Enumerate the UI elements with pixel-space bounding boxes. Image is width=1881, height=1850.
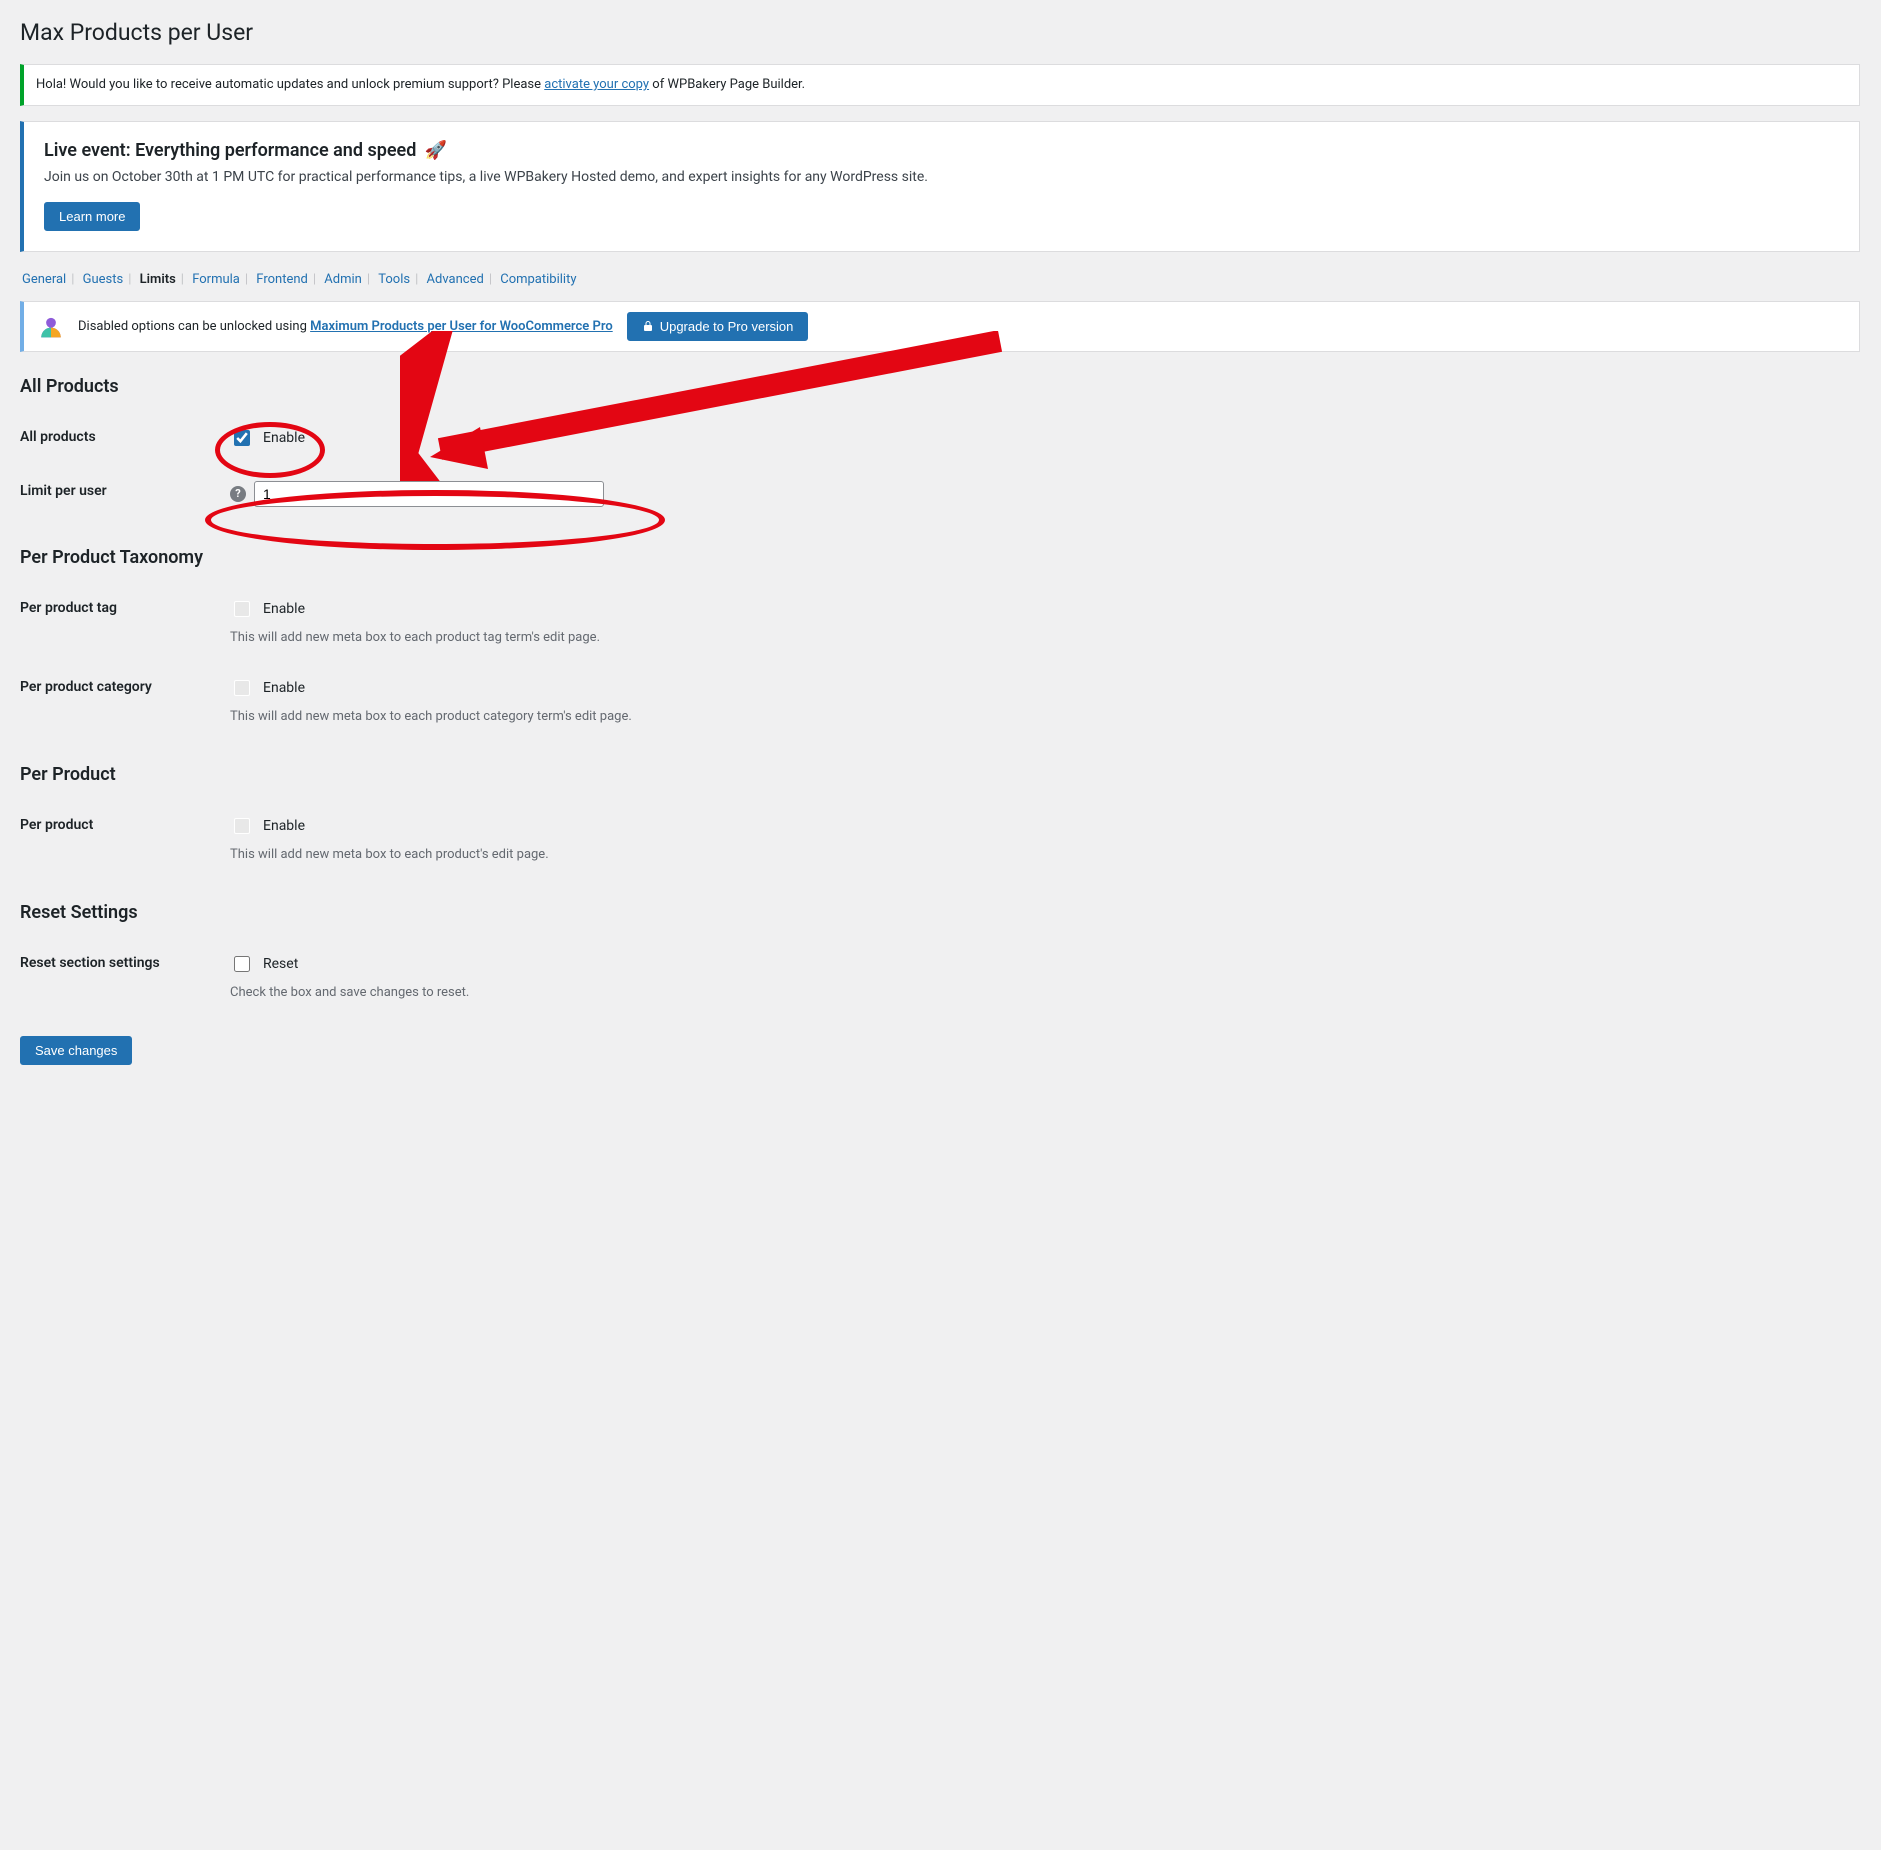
page-title: Max Products per User	[20, 10, 1860, 50]
event-card: Live event: Everything performance and s…	[20, 121, 1860, 252]
limit-per-user-input[interactable]	[254, 481, 604, 507]
enable-per-category-text: Enable	[263, 680, 305, 696]
tab-tools[interactable]: Tools	[376, 272, 412, 287]
tab-advanced[interactable]: Advanced	[425, 272, 486, 287]
enable-per-product-text: Enable	[263, 818, 305, 834]
enable-per-tag-checkbox[interactable]	[234, 601, 250, 617]
activation-notice: Hola! Would you like to receive automati…	[20, 64, 1860, 106]
lock-icon	[642, 320, 654, 332]
upgrade-pro-button[interactable]: Upgrade to Pro version	[627, 312, 809, 341]
enable-all-products-text: Enable	[263, 430, 305, 446]
enable-all-products-label[interactable]: Enable	[230, 427, 1860, 449]
upgrade-pro-button-label: Upgrade to Pro version	[660, 319, 794, 334]
enable-per-product-checkbox[interactable]	[234, 818, 250, 834]
section-per-product-heading: Per Product	[20, 764, 1860, 785]
row-per-product-tag: Per product tag Enable This will add new…	[20, 582, 1860, 661]
event-body: Join us on October 30th at 1 PM UTC for …	[44, 167, 1839, 188]
label-all-products: All products	[20, 427, 230, 445]
section-reset-heading: Reset Settings	[20, 902, 1860, 923]
tab-admin[interactable]: Admin	[322, 272, 364, 287]
tab-guests[interactable]: Guests	[81, 272, 126, 287]
row-limit-per-user: Limit per user ?	[20, 465, 1860, 523]
enable-per-product-label[interactable]: Enable	[230, 815, 1860, 837]
tab-limits[interactable]: Limits	[138, 272, 178, 287]
desc-per-category: This will add new meta box to each produ…	[230, 709, 1860, 724]
reset-label[interactable]: Reset	[230, 953, 1860, 975]
plugin-avatar-icon	[38, 313, 64, 339]
tab-compatibility[interactable]: Compatibility	[498, 272, 578, 287]
label-per-product: Per product	[20, 815, 230, 833]
tab-frontend[interactable]: Frontend	[254, 272, 310, 287]
enable-per-category-label[interactable]: Enable	[230, 677, 1860, 699]
reset-checkbox[interactable]	[234, 956, 250, 972]
pro-plugin-link[interactable]: Maximum Products per User for WooCommerc…	[310, 319, 613, 334]
activate-copy-link[interactable]: activate your copy	[544, 77, 649, 92]
label-limit-per-user: Limit per user	[20, 481, 230, 499]
learn-more-button[interactable]: Learn more	[44, 202, 140, 231]
notice-text-prefix: Hola! Would you like to receive automati…	[36, 77, 544, 92]
desc-per-product: This will add new meta box to each produ…	[230, 847, 1860, 862]
enable-per-category-checkbox[interactable]	[234, 680, 250, 696]
desc-reset: Check the box and save changes to reset.	[230, 985, 1860, 1000]
label-reset-settings: Reset section settings	[20, 953, 230, 971]
label-per-product-category: Per product category	[20, 677, 230, 695]
help-icon[interactable]: ?	[230, 486, 246, 502]
settings-tabs: General| Guests| Limits| Formula| Fronte…	[20, 272, 1860, 287]
row-per-product: Per product Enable This will add new met…	[20, 799, 1860, 878]
row-per-product-category: Per product category Enable This will ad…	[20, 661, 1860, 740]
reset-text: Reset	[263, 956, 298, 972]
enable-per-tag-text: Enable	[263, 601, 305, 617]
save-changes-button[interactable]: Save changes	[20, 1036, 132, 1065]
enable-all-products-checkbox[interactable]	[234, 430, 250, 446]
desc-per-tag: This will add new meta box to each produ…	[230, 630, 1860, 645]
enable-per-tag-label[interactable]: Enable	[230, 598, 1860, 620]
tab-general[interactable]: General	[20, 272, 68, 287]
label-per-product-tag: Per product tag	[20, 598, 230, 616]
tab-formula[interactable]: Formula	[190, 272, 242, 287]
upgrade-bar: Disabled options can be unlocked using M…	[20, 301, 1860, 352]
section-all-products-heading: All Products	[20, 376, 1860, 397]
row-all-products: All products Enable	[20, 411, 1860, 465]
event-title: Live event: Everything performance and s…	[44, 140, 1839, 161]
upgrade-text: Disabled options can be unlocked using	[78, 319, 310, 334]
rocket-icon: 🚀	[425, 140, 447, 161]
notice-text-suffix: of WPBakery Page Builder.	[652, 77, 805, 92]
section-per-taxonomy-heading: Per Product Taxonomy	[20, 547, 1860, 568]
event-title-text: Live event: Everything performance and s…	[44, 140, 416, 161]
row-reset-settings: Reset section settings Reset Check the b…	[20, 937, 1860, 1016]
